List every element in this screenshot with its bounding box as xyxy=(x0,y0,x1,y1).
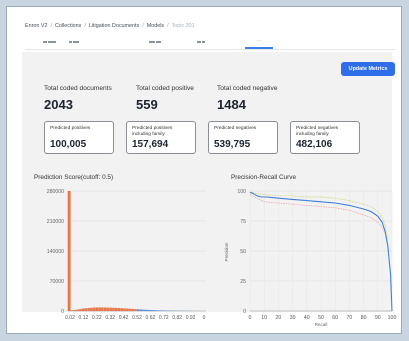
x-tick-label: 90 xyxy=(375,315,381,321)
x-tick-label: 70 xyxy=(347,315,353,321)
y-tick-label: 0 xyxy=(243,309,246,315)
y-tick-label: 25 xyxy=(240,279,246,285)
y-tick-label: 50 xyxy=(240,249,246,255)
x-tick-label: 0 xyxy=(249,315,252,321)
x-axis-label: Recall xyxy=(315,322,328,327)
pr-curve-line xyxy=(249,194,386,234)
x-tick-label: 30 xyxy=(290,315,296,321)
y-tick-label: 75 xyxy=(240,219,246,225)
precision-recall-chart: Precision 0 25 50 75 100 0 10 20 30 40 50 60 70 80 90 10… xyxy=(224,189,397,327)
x-tick-label: 80 xyxy=(361,315,367,321)
x-tick-label: 10 xyxy=(261,315,267,321)
x-tick-label: 20 xyxy=(276,315,282,321)
x-tick-label: 60 xyxy=(332,315,338,321)
x-tick-label: 50 xyxy=(318,315,324,321)
pr-curve-line xyxy=(249,191,389,240)
x-tick-label: 100 xyxy=(388,315,397,321)
y-axis-label: Precision xyxy=(224,242,229,261)
x-tick-label: 40 xyxy=(304,315,310,321)
y-tick-label: 100 xyxy=(237,189,246,195)
